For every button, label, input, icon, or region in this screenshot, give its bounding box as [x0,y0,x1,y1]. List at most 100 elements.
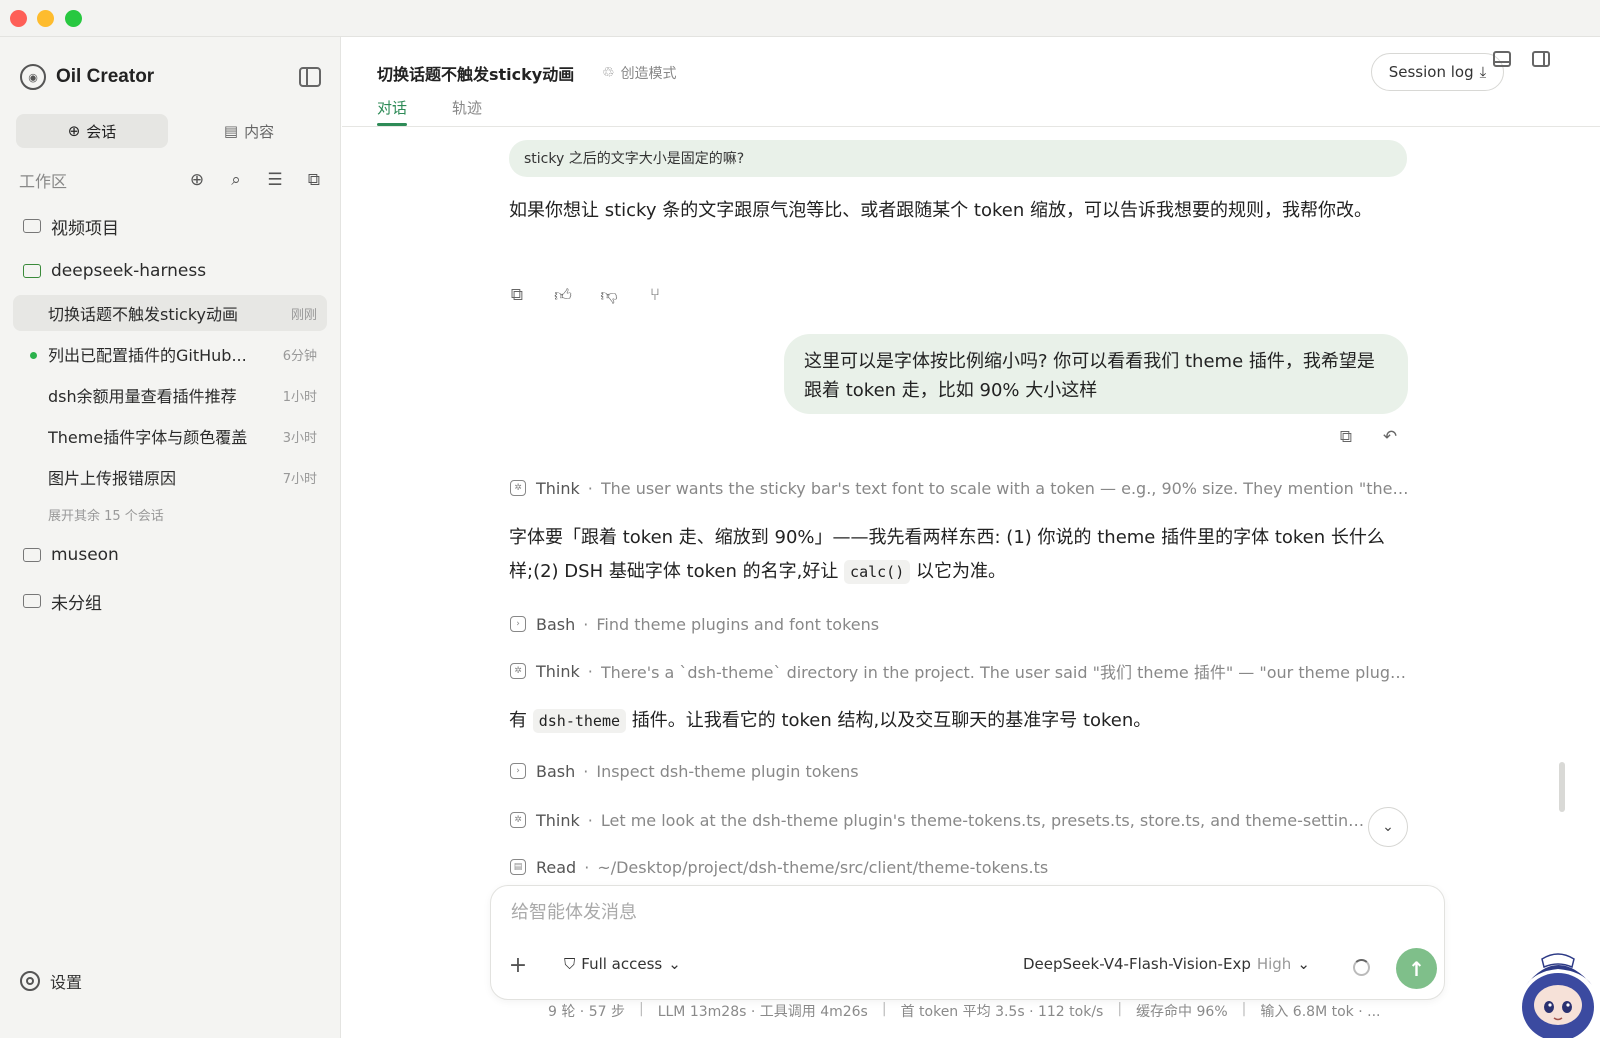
tab-content-label: 内容 [244,122,275,141]
access-dropdown[interactable]: ⛉ Full access ⌄ [564,955,681,973]
session-item[interactable]: 列出已配置插件的GitHub... 6分钟 [13,336,327,372]
stat-divider: | [638,1001,644,1017]
thumbs-up-icon[interactable]: 👍︎ [553,285,573,306]
stat-throughput: 首 token 平均 3.5s · 112 tok/s [900,1004,1104,1020]
document-icon: ▤ [223,122,239,140]
folder-deepseek-harness[interactable]: deepseek-harness [23,258,206,284]
reply-icon[interactable]: ↶ [1380,427,1400,447]
message-text: 有 [509,710,533,731]
show-more-sessions-link[interactable]: 展开其余 15 个会话 [48,505,164,524]
sidebar-segment-tabs: ⊕ 会话 ▤ 内容 [16,114,325,148]
shield-icon: ⛉ [564,955,576,973]
copy-icon[interactable]: ⧉ [1336,427,1356,447]
session-title: 图片上传报错原因 [48,469,177,488]
step-kind: Think [536,810,580,830]
bash-step[interactable]: › Bash · Inspect dsh-theme plugin tokens [510,759,1410,783]
filter-icon[interactable]: ☰ [264,169,286,191]
step-kind: Read [536,857,577,877]
step-separator: · [587,661,593,681]
plus-icon: + [508,952,528,978]
assistant-message: 有 dsh-theme 插件。让我看它的 token 结构,以及交互聊天的基准字… [509,704,1405,738]
brand: ◉ Oil Creator [20,64,154,90]
chat-thread: sticky 之后的文字大小是固定的嘛? 如果你想让 sticky 条的文字跟原… [342,128,1600,878]
minimize-window-button[interactable] [37,10,54,27]
message-actions: ⧉ 👍︎ 👎︎ ⑂ [507,285,665,306]
settings-button[interactable]: 设置 [20,969,82,993]
session-item[interactable]: 图片上传报错原因 7小时 [13,459,327,495]
message-composer: + ⛉ Full access ⌄ DeepSeek-V4-Flash-Visi… [490,885,1445,1000]
step-separator: · [583,761,589,781]
tab-content[interactable]: ▤ 内容 [173,114,325,148]
session-item[interactable]: 切换话题不触发sticky动画 刚刚 [13,295,327,331]
send-button[interactable]: ↑ [1396,948,1437,989]
folder-video-projects[interactable]: 视频项目 [23,213,119,239]
think-step[interactable]: ✲ Think · The user wants the sticky bar'… [510,476,1410,500]
mascot-avatar [1522,953,1594,1038]
tab-sessions-label: 会话 [86,122,117,141]
step-separator: · [584,857,590,877]
message-input[interactable] [511,902,1411,923]
think-step[interactable]: ✲ Think · Let me look at the dsh-theme p… [510,808,1365,832]
sparkle-icon: ♲ [602,65,615,81]
scroll-to-bottom-button[interactable]: ⌄ [1368,807,1408,847]
stat-divider: | [881,1001,887,1017]
sidebar-toggle-icon[interactable] [299,67,321,87]
stat-turns: 9 轮 · 57 步 [548,1004,625,1020]
mode-label: 创造模式 [620,66,677,82]
terminal-icon: › [510,763,526,779]
zoom-window-button[interactable] [65,10,82,27]
thumbs-down-icon[interactable]: 👎︎ [599,285,619,306]
mode-indicator[interactable]: ♲ 创造模式 [602,63,677,83]
step-text: Find theme plugins and font tokens [596,614,880,634]
search-icon[interactable]: ⌕ [225,169,247,191]
folder-icon [23,548,41,562]
model-selector[interactable]: DeepSeek-V4-Flash-Vision-Exp High ⌄ [1023,955,1310,973]
toggle-right-panel-icon[interactable] [1532,51,1550,67]
sticky-user-message[interactable]: sticky 之后的文字大小是固定的嘛? [509,140,1407,177]
new-folder-icon[interactable]: ⧉ [303,169,325,191]
stat-timing: LLM 13m28s · 工具调用 4m26s [657,1004,868,1020]
session-item[interactable]: dsh余额用量查看插件推荐 1小时 [13,377,327,413]
assistant-message: 字体要「跟着 token 走、缩放到 90%」——我先看两样东西: (1) 你说… [509,521,1405,589]
session-item[interactable]: Theme插件字体与颜色覆盖 3小时 [13,418,327,454]
folder-museon[interactable]: museon [23,542,119,568]
tab-trace[interactable]: 轨迹 [452,97,482,118]
tab-sessions[interactable]: ⊕ 会话 [16,114,168,148]
folder-icon [23,219,41,233]
step-text: Inspect dsh-theme plugin tokens [596,761,859,781]
toggle-bottom-panel-icon[interactable] [1493,51,1511,67]
folder-label: deepseek-harness [51,261,207,281]
session-title: Theme插件字体与颜色覆盖 [48,428,248,447]
read-step[interactable]: ▤ Read · ~/Desktop/project/dsh-theme/src… [510,855,1410,878]
folder-label: 未分组 [51,593,102,614]
think-icon: ✲ [510,480,526,496]
copy-icon[interactable]: ⧉ [507,285,527,305]
reasoning-level: High [1256,955,1292,973]
sidebar: ◉ Oil Creator ⊕ 会话 ▤ 内容 工作区 ⊕ ⌕ ☰ ⧉ 视频项目… [0,37,341,1038]
session-title: 切换话题不触发sticky动画 [48,305,239,324]
access-label: Full access [581,955,663,973]
folder-ungrouped[interactable]: 未分组 [23,588,102,614]
scrollbar[interactable] [1559,762,1565,812]
brand-logo-icon: ◉ [20,64,46,90]
message-text: 以它为准。 [910,561,1006,582]
close-window-button[interactable] [10,10,27,27]
think-step[interactable]: ✲ Think · There's a `dsh-theme` director… [510,659,1410,683]
session-time: 6分钟 [282,348,317,364]
new-session-icon[interactable]: ⊕ [186,169,208,191]
loading-spinner-icon [1353,959,1370,976]
branch-icon[interactable]: ⑂ [645,285,665,305]
tab-conversation[interactable]: 对话 [377,97,408,126]
session-log-button[interactable]: Session log ⤓ [1371,53,1504,91]
bash-step[interactable]: › Bash · Find theme plugins and font tok… [510,612,1410,636]
settings-label: 设置 [50,973,83,992]
add-attachment-button[interactable]: + [503,950,533,980]
session-title: 列出已配置插件的GitHub... [48,346,247,365]
chevron-down-icon: ⌄ [668,955,681,973]
brand-name: Oil Creator [56,66,155,87]
session-time: 3小时 [282,430,317,446]
terminal-icon: › [510,616,526,632]
folder-open-icon [23,264,41,278]
step-text: ~/Desktop/project/dsh-theme/src/client/t… [597,857,1049,877]
stat-divider: | [1241,1001,1247,1017]
